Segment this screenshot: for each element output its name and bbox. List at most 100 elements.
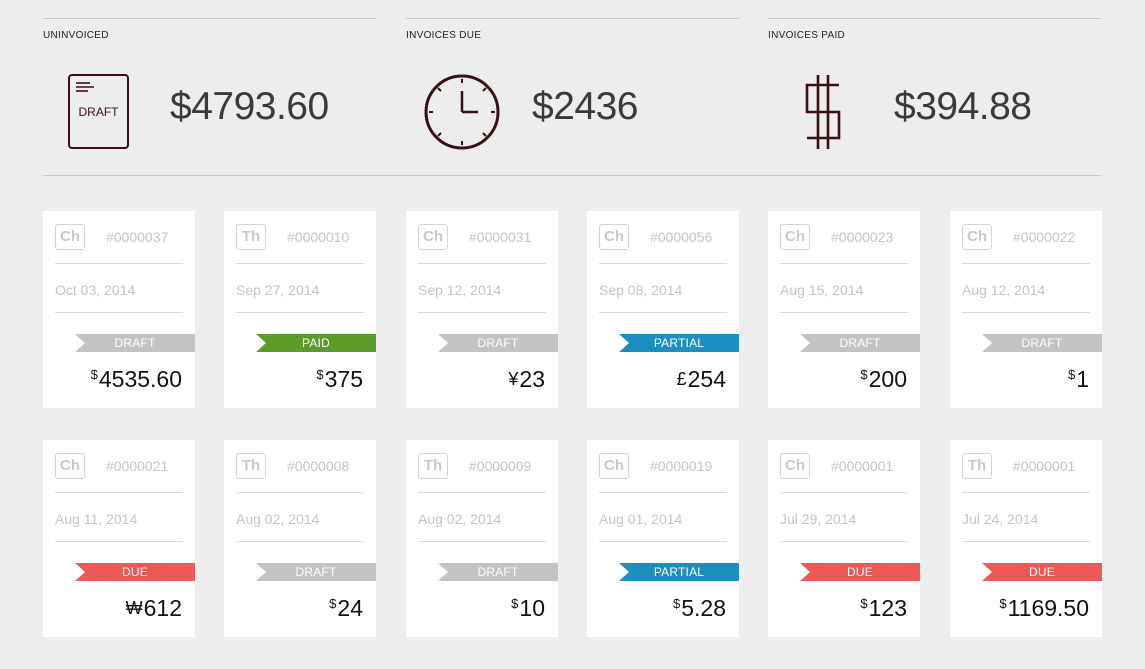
invoice-date: Jul 24, 2014 [962, 511, 1039, 527]
invoice-card[interactable]: Th #0000010 Sep 27, 2014 PAID $375 [224, 211, 376, 408]
card-divider [780, 263, 908, 264]
card-divider [962, 492, 1090, 493]
invoice-card[interactable]: Ch #0000022 Aug 12, 2014 DRAFT $1 [950, 211, 1102, 408]
invoice-number: #0000008 [287, 458, 350, 474]
amount-value: 24 [337, 595, 363, 621]
invoice-card[interactable]: Th #0000001 Jul 24, 2014 DUE $1169.50 [950, 440, 1102, 637]
summary-amount: $394.88 [894, 85, 1032, 128]
summary-divider [43, 175, 1101, 176]
invoice-number: #0000021 [106, 458, 169, 474]
card-divider [599, 312, 727, 313]
summary-amount: $2436 [532, 85, 638, 128]
currency-symbol: $ [1067, 367, 1076, 382]
invoice-date: Aug 02, 2014 [418, 511, 502, 527]
invoice-amount: $375 [316, 366, 363, 393]
card-divider [55, 263, 183, 264]
card-divider [236, 263, 364, 264]
invoice-card[interactable]: Ch #0000037 Oct 03, 2014 DRAFT $4535.60 [43, 211, 195, 408]
card-divider [780, 541, 908, 542]
invoice-amount: $10 [511, 595, 545, 622]
summary-invoices-due: INVOICES DUE $2436 [406, 18, 739, 177]
amount-value: 1 [1076, 366, 1089, 392]
dollar-sign-icon [804, 74, 844, 155]
card-divider [418, 263, 546, 264]
card-divider [962, 312, 1090, 313]
invoice-amount: £254 [677, 366, 726, 393]
invoice-number: #0000001 [1013, 458, 1076, 474]
card-divider [599, 492, 727, 493]
currency-symbol: $ [511, 596, 519, 611]
invoice-amount: ¥23 [508, 366, 545, 393]
invoice-amount: $5.28 [673, 595, 726, 622]
currency-symbol: ₩ [125, 598, 143, 618]
invoice-number: #0000010 [287, 229, 350, 245]
draft-icon-text: DRAFT [79, 105, 120, 119]
amount-value: 10 [519, 595, 545, 621]
currency-symbol: £ [676, 369, 687, 389]
card-divider [418, 312, 546, 313]
invoice-card[interactable]: Ch #0000019 Aug 01, 2014 PARTIAL $5.28 [587, 440, 739, 637]
currency-symbol: $ [316, 367, 324, 382]
invoice-card[interactable]: Ch #0000001 Jul 29, 2014 DUE $123 [768, 440, 920, 637]
invoice-card[interactable]: Th #0000008 Aug 02, 2014 DRAFT $24 [224, 440, 376, 637]
card-divider [55, 492, 183, 493]
invoice-date: Oct 03, 2014 [55, 282, 136, 298]
card-divider [962, 541, 1090, 542]
invoice-amount: $200 [860, 366, 907, 393]
invoice-card[interactable]: Ch #0000023 Aug 15, 2014 DRAFT $200 [768, 211, 920, 408]
summary-invoices-paid: INVOICES PAID $394.88 [768, 18, 1101, 177]
status-badge: DUE [982, 563, 1102, 581]
amount-value: 200 [868, 366, 907, 392]
invoice-amount: $24 [329, 595, 363, 622]
invoice-date: Sep 08, 2014 [599, 282, 683, 298]
invoice-amount: $4535.60 [91, 366, 182, 393]
draft-document-icon: DRAFT [68, 74, 129, 154]
currency-symbol: $ [860, 596, 868, 611]
invoice-amount: ₩612 [126, 595, 182, 622]
client-avatar: Th [418, 453, 448, 479]
clock-icon [424, 74, 500, 155]
client-avatar: Th [962, 453, 992, 479]
invoice-number: #0000019 [650, 458, 713, 474]
card-divider [236, 541, 364, 542]
invoice-card[interactable]: Ch #0000031 Sep 12, 2014 DRAFT ¥23 [406, 211, 558, 408]
status-badge: DRAFT [800, 334, 920, 352]
invoice-date: Sep 12, 2014 [418, 282, 502, 298]
invoice-number: #0000031 [469, 229, 532, 245]
invoice-number: #0000001 [831, 458, 894, 474]
invoice-number: #0000056 [650, 229, 713, 245]
client-avatar: Ch [780, 224, 810, 250]
status-badge: PARTIAL [619, 334, 739, 352]
invoice-number: #0000009 [469, 458, 532, 474]
invoice-amount: $1 [1068, 366, 1089, 393]
card-divider [418, 492, 546, 493]
invoice-date: Jul 29, 2014 [780, 511, 857, 527]
invoice-card[interactable]: Ch #0000021 Aug 11, 2014 DUE ₩612 [43, 440, 195, 637]
status-badge: PARTIAL [619, 563, 739, 581]
currency-symbol: $ [860, 367, 868, 382]
status-badge: DRAFT [982, 334, 1102, 352]
invoice-card[interactable]: Ch #0000056 Sep 08, 2014 PARTIAL £254 [587, 211, 739, 408]
client-avatar: Ch [962, 224, 992, 250]
status-badge: DRAFT [438, 563, 558, 581]
summary-title: INVOICES DUE [406, 30, 482, 41]
invoice-date: Sep 27, 2014 [236, 282, 320, 298]
invoice-card[interactable]: Th #0000009 Aug 02, 2014 DRAFT $10 [406, 440, 558, 637]
client-avatar: Ch [599, 453, 629, 479]
currency-symbol: ¥ [508, 369, 519, 389]
summary-title: UNINVOICED [43, 30, 109, 41]
status-badge: DUE [800, 563, 920, 581]
amount-value: 375 [324, 366, 363, 392]
invoice-amount: $123 [860, 595, 907, 622]
invoice-date: Aug 15, 2014 [780, 282, 864, 298]
card-divider [599, 541, 727, 542]
status-badge: DRAFT [438, 334, 558, 352]
amount-value: 1169.50 [1007, 595, 1089, 621]
card-divider [55, 541, 183, 542]
client-avatar: Ch [780, 453, 810, 479]
invoice-amount: $1169.50 [999, 595, 1089, 622]
summary-title: INVOICES PAID [768, 30, 846, 41]
currency-symbol: $ [90, 367, 98, 382]
client-avatar: Ch [55, 453, 85, 479]
amount-value: 5.28 [681, 595, 726, 621]
